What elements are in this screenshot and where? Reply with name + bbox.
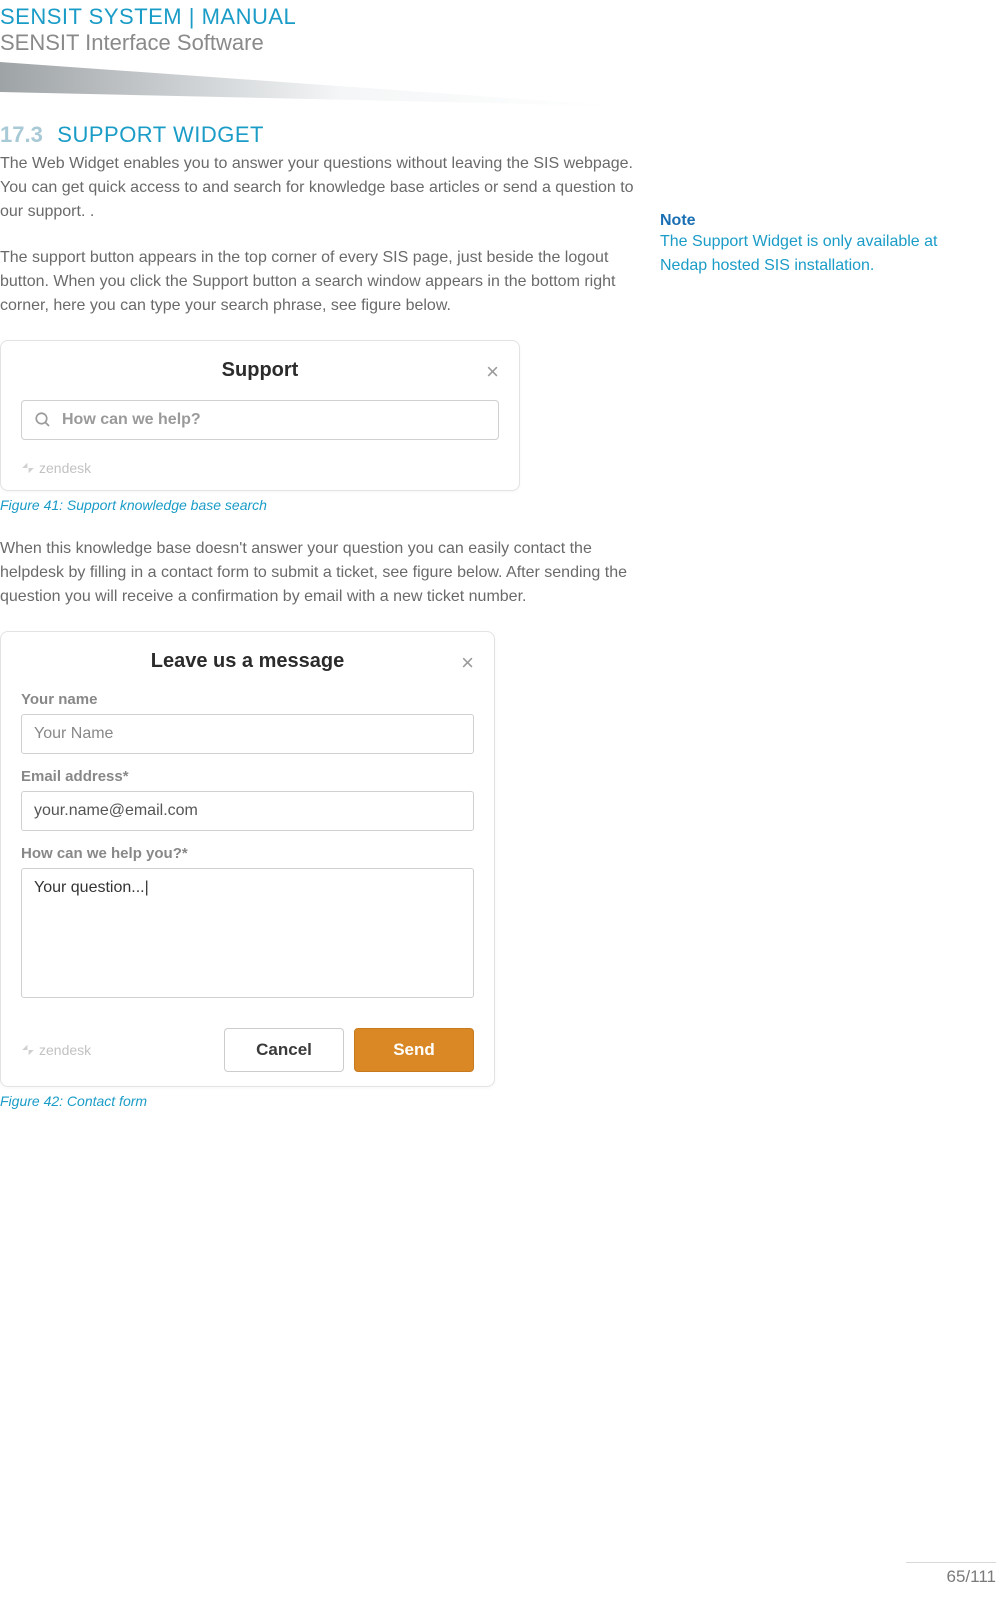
paragraph-2: The support button appears in the top co… [0,246,640,318]
section-heading: 17.3 SUPPORT WIDGET [0,122,640,148]
name-label: Your name [21,691,474,708]
note-body: The Support Widget is only available at … [660,230,960,278]
zendesk-icon [21,1043,35,1057]
contact-form-title: Leave us a message [21,650,474,673]
support-widget-card: Support × How can we help? zendesk [0,340,520,491]
search-icon [34,411,52,429]
support-widget-title: Support [21,359,499,382]
zendesk-brand: zendesk [21,1042,214,1058]
question-field[interactable]: Your question...| [21,868,474,998]
email-label: Email address* [21,768,474,785]
cancel-button[interactable]: Cancel [224,1028,344,1072]
page-number: 65/111 [906,1562,996,1587]
section-number: 17.3 [0,122,43,147]
section-title: SUPPORT WIDGET [57,122,264,147]
figure-42-caption: Figure 42: Contact form [0,1093,640,1109]
name-field[interactable]: Your Name [21,714,474,754]
zendesk-icon [21,461,35,475]
paragraph-3: When this knowledge base doesn't answer … [0,537,640,609]
figure-41-caption: Figure 41: Support knowledge base search [0,497,640,513]
doc-title: SENSIT SYSTEM | MANUAL [0,0,1000,30]
paragraph-1: The Web Widget enables you to answer you… [0,152,640,224]
help-label: How can we help you?* [21,845,474,862]
close-icon[interactable]: × [486,361,499,383]
zendesk-brand: zendesk [21,460,499,476]
search-input[interactable]: How can we help? [21,400,499,440]
contact-form-card: Leave us a message × Your name Your Name… [0,631,495,1087]
search-placeholder: How can we help? [62,411,201,429]
close-icon[interactable]: × [461,652,474,674]
doc-subtitle: SENSIT Interface Software [0,30,1000,62]
email-field[interactable]: your.name@email.com [21,791,474,831]
note-title: Note [660,212,960,230]
send-button[interactable]: Send [354,1028,474,1072]
header-decoration [0,62,1000,112]
